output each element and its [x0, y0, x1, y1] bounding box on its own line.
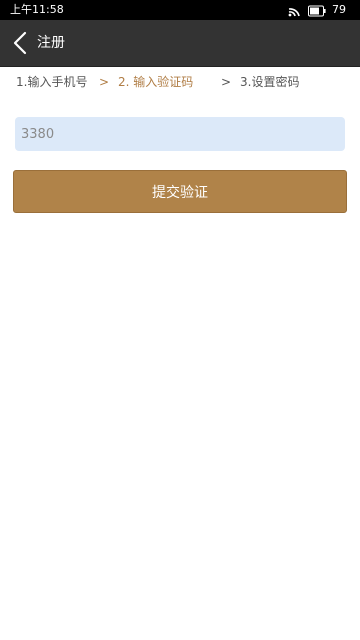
wifi-icon [288, 4, 300, 17]
status-bar: 上午11:58 79 [0, 0, 360, 20]
title-bar: 注册 [0, 20, 360, 67]
step-separator: > [221, 75, 232, 89]
battery-level: 79 [332, 3, 346, 16]
chevron-left-icon [13, 31, 27, 55]
step-indicator: 1.输入手机号 > 2. 输入验证码 > 3.设置密码 [0, 72, 360, 92]
battery-icon [308, 4, 326, 17]
step-separator: > [99, 75, 110, 89]
status-icons: 79 [288, 0, 346, 20]
step-2-label: 2. 输入验证码 [118, 75, 194, 89]
page-title: 注册 [37, 35, 65, 51]
step-1-label: 1.输入手机号 [16, 75, 88, 89]
verification-code-input[interactable] [15, 117, 345, 151]
back-button[interactable] [6, 25, 34, 61]
status-time: 上午11:58 [10, 3, 64, 16]
step-3-label: 3.设置密码 [240, 75, 300, 89]
submit-verification-button[interactable]: 提交验证 [13, 170, 347, 213]
